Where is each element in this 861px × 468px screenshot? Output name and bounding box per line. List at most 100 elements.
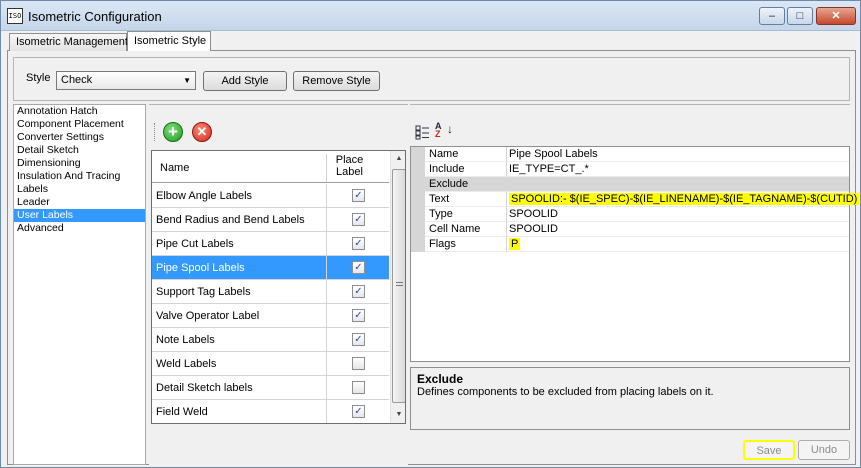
category-item[interactable]: Converter Settings [14, 131, 145, 144]
category-item[interactable]: Detail Sketch [14, 144, 145, 157]
remove-style-button[interactable]: Remove Style [293, 71, 380, 91]
label-name: Weld Labels [156, 358, 217, 370]
place-label-checkbox[interactable]: ✓ [352, 405, 365, 418]
save-button[interactable]: Save [743, 440, 795, 460]
property-value-text: SPOOLID [509, 208, 558, 220]
table-row[interactable]: Elbow Angle Labels ✓ [152, 184, 389, 208]
place-label-checkbox[interactable]: ✓ [352, 189, 365, 202]
property-name: Text [425, 192, 507, 207]
undo-button[interactable]: Undo [798, 440, 850, 460]
tab-isometric-style[interactable]: Isometric Style [127, 31, 211, 51]
property-value[interactable]: SPOOLID [507, 222, 849, 237]
property-value-text: SPOOLID [509, 223, 558, 235]
place-label-checkbox[interactable] [352, 381, 365, 394]
table-row[interactable]: Field Weld ✓ [152, 400, 389, 423]
property-row[interactable]: Type SPOOLID [411, 207, 849, 222]
property-row[interactable]: Exclude [411, 177, 849, 192]
category-item[interactable]: User Labels [14, 209, 145, 222]
style-dropdown[interactable]: Check ▼ [56, 71, 196, 90]
table-row[interactable]: Detail Sketch labels [152, 376, 389, 400]
property-row[interactable]: Text SPOOLID:- $(IE_SPEC)-$(IE_LINENAME)-… [411, 192, 860, 207]
title-bar[interactable]: ISO Isometric Configuration – □ ✕ [1, 1, 860, 31]
add-style-button[interactable]: Add Style [203, 71, 287, 91]
label-name: Note Labels [156, 334, 215, 346]
property-gutter [411, 207, 425, 222]
app-icon: ISO [7, 8, 23, 24]
property-row[interactable]: Flags P [411, 237, 849, 252]
place-label-checkbox[interactable]: ✓ [352, 237, 365, 250]
column-header-name[interactable]: Name [160, 162, 189, 174]
place-label-checkbox[interactable]: ✓ [352, 333, 365, 346]
scroll-thumb[interactable] [392, 169, 405, 403]
category-item[interactable]: Labels [14, 183, 145, 196]
label-name: Support Tag Labels [156, 286, 251, 298]
category-item[interactable]: Component Placement [14, 118, 145, 131]
property-value[interactable]: Pipe Spool Labels [507, 147, 849, 162]
category-item[interactable]: Annotation Hatch [14, 105, 145, 118]
property-row[interactable]: Cell Name SPOOLID [411, 222, 849, 237]
style-bar: Style Check ▼ Add Style Remove Style [13, 57, 850, 101]
tab-isometric-management[interactable]: Isometric Management [9, 33, 128, 51]
property-name: Cell Name [425, 222, 507, 237]
labels-panel: + ✕ Name Place Label Elbow Angle Labels ✓… [149, 104, 408, 465]
label-name: Pipe Cut Labels [156, 238, 234, 250]
category-list: Annotation Hatch Component Placement Conve… [13, 104, 146, 465]
table-row[interactable]: Valve Operator Label ✓ [152, 304, 389, 328]
label-name: Detail Sketch labels [156, 382, 253, 394]
property-name: Name [425, 147, 507, 162]
categorized-icon[interactable] [415, 125, 430, 140]
minimize-button[interactable]: – [759, 7, 785, 25]
property-row[interactable]: Include IE_TYPE=CT_.* [411, 162, 849, 177]
place-label-checkbox[interactable] [352, 357, 365, 370]
style-dropdown-value: Check [61, 74, 93, 86]
property-value[interactable]: SPOOLID [507, 207, 849, 222]
table-row[interactable]: Pipe Cut Labels ✓ [152, 232, 389, 256]
add-icon[interactable]: + [163, 122, 183, 142]
table-row[interactable]: Support Tag Labels ✓ [152, 280, 389, 304]
table-row[interactable]: Bend Radius and Bend Labels ✓ [152, 208, 389, 232]
property-value[interactable]: SPOOLID:- $(IE_SPEC)-$(IE_LINENAME)-$(IE… [507, 192, 860, 207]
place-label-cell: ✓ [326, 304, 389, 327]
property-grid: Name Pipe Spool Labels Include IE_TYPE=CT_.… [410, 146, 860, 362]
place-label-checkbox[interactable]: ✓ [352, 213, 365, 226]
maximize-button[interactable]: □ [787, 7, 813, 25]
properties-panel: A Z ↓ Name Pipe Spool Labels Include IE_TYP… [410, 104, 860, 430]
delete-icon[interactable]: ✕ [192, 122, 212, 142]
place-label-checkbox[interactable]: ✓ [352, 285, 365, 298]
property-gutter [411, 162, 425, 177]
place-label-checkbox[interactable]: ✓ [352, 261, 365, 274]
property-name: Type [425, 207, 507, 222]
property-value[interactable]: IE_TYPE=CT_.* [507, 162, 849, 177]
property-row[interactable]: Name Pipe Spool Labels [411, 147, 849, 162]
place-label-cell: ✓ [326, 328, 389, 351]
table-row[interactable]: Pipe Spool Labels ✓ [152, 256, 389, 280]
category-item[interactable]: Dimensioning [14, 157, 145, 170]
category-item[interactable]: Leader [14, 196, 145, 209]
property-name: Include [425, 162, 507, 177]
close-button[interactable]: ✕ [816, 7, 856, 25]
place-label-checkbox[interactable]: ✓ [352, 309, 365, 322]
table-row[interactable]: Weld Labels [152, 352, 389, 376]
place-label-cell [326, 352, 389, 375]
property-value-text: P [509, 238, 521, 250]
scroll-up-icon[interactable]: ▲ [391, 151, 405, 167]
property-gutter [411, 222, 425, 237]
label-name: Pipe Spool Labels [156, 262, 245, 274]
column-header-place-label[interactable]: Place Label [326, 154, 372, 182]
scroll-grip [396, 282, 403, 286]
table-row[interactable]: Note Labels ✓ [152, 328, 389, 352]
labels-grid: Name Place Label Elbow Angle Labels ✓ Bend… [151, 150, 406, 424]
property-value[interactable] [507, 177, 849, 192]
sort-arrow-icon: ↓ [447, 122, 453, 136]
category-item[interactable]: Insulation And Tracing [14, 170, 145, 183]
place-label-cell [326, 376, 389, 399]
property-value[interactable]: P [507, 237, 849, 252]
description-box: Exclude Defines components to be exclude… [410, 367, 850, 430]
style-label: Style [26, 72, 51, 84]
property-gutter [411, 192, 425, 207]
category-item[interactable]: Advanced [14, 222, 145, 235]
scroll-down-icon[interactable]: ▼ [391, 407, 405, 423]
grid-scrollbar[interactable]: ▲ ▼ [390, 151, 405, 423]
sort-alphabetical-icon[interactable]: A Z ↓ [435, 122, 455, 140]
place-label-cell: ✓ [326, 232, 389, 255]
